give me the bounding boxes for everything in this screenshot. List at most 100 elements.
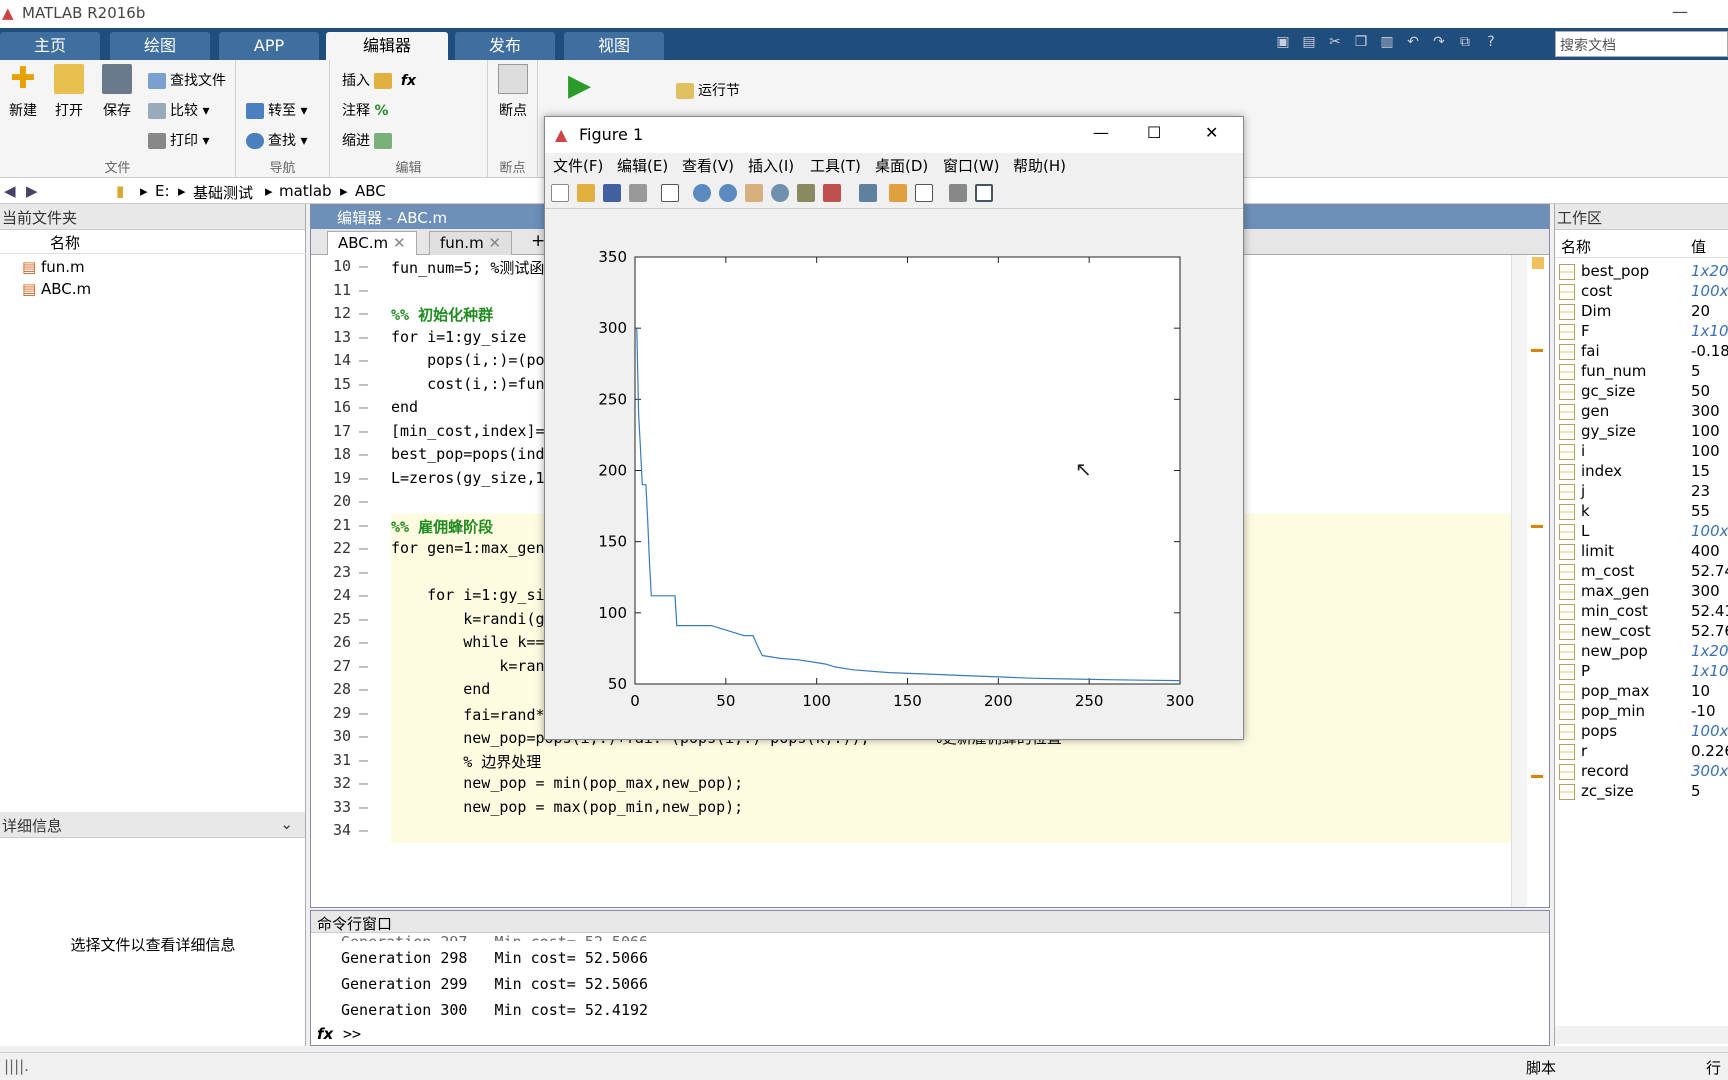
new-figure-icon[interactable] <box>551 184 569 202</box>
menu-window[interactable]: 窗口(W) <box>943 155 1000 176</box>
code-line[interactable]: while k== <box>391 633 544 651</box>
code-line[interactable]: pops(i,:)=(po <box>391 351 544 369</box>
forward-icon[interactable]: ▶ <box>26 182 38 200</box>
line-marker[interactable]: — <box>359 774 368 792</box>
command-prompt[interactable]: >> <box>343 1025 361 1043</box>
workspace-variable[interactable]: P 1x10 <box>1555 662 1728 682</box>
hide-plot-tools-icon[interactable] <box>949 184 967 202</box>
search-input[interactable]: 搜索文档 <box>1555 31 1728 57</box>
close-icon[interactable]: ✕ <box>393 234 406 252</box>
copy-icon[interactable]: ❐ <box>1350 34 1372 54</box>
code-line[interactable]: for i=1:gy_size <box>391 328 526 346</box>
line-marker[interactable]: — <box>359 751 368 769</box>
link-icon[interactable] <box>859 184 877 202</box>
tab-view[interactable]: 视图 <box>564 32 664 60</box>
warning-marker[interactable] <box>1531 525 1543 528</box>
back-icon[interactable]: ◀ <box>4 182 16 200</box>
workspace-variable[interactable]: m_cost 52.74 <box>1555 562 1728 582</box>
layout-icon[interactable]: ▣ <box>1272 34 1294 54</box>
menu-file[interactable]: 文件(F) <box>553 155 603 176</box>
warning-indicator[interactable] <box>1532 257 1544 269</box>
line-marker[interactable]: — <box>359 704 368 722</box>
cut-icon[interactable]: ✂ <box>1324 34 1346 54</box>
line-marker[interactable]: — <box>359 563 368 581</box>
workspace-variable[interactable]: fai -0.18 <box>1555 342 1728 362</box>
workspace-variable[interactable]: r 0.226 <box>1555 742 1728 762</box>
minimize-button[interactable]: — <box>1093 123 1109 142</box>
breakpoint-button[interactable]: 断点 <box>492 64 534 120</box>
line-marker[interactable]: — <box>359 539 368 557</box>
brush-icon[interactable] <box>823 184 841 202</box>
tab-editor[interactable]: 编辑器 <box>326 32 448 60</box>
redo-icon[interactable]: ↷ <box>1428 34 1450 54</box>
tab-abc-m[interactable]: ABC.m ✕ <box>327 231 417 255</box>
workspace-variable[interactable]: gy_size 100 <box>1555 422 1728 442</box>
workspace-variable[interactable]: pops 100x <box>1555 722 1728 742</box>
workspace-variable[interactable]: fun_num 5 <box>1555 362 1728 382</box>
line-marker[interactable]: — <box>359 304 368 322</box>
menu-view[interactable]: 查看(V) <box>682 155 734 176</box>
line-marker[interactable]: — <box>359 680 368 698</box>
fx-icon[interactable]: fx <box>317 1025 333 1043</box>
workspace-variable[interactable]: cost 100x <box>1555 282 1728 302</box>
workspace-variable[interactable]: gc_size 50 <box>1555 382 1728 402</box>
workspace-variable[interactable]: k 55 <box>1555 502 1728 522</box>
paste-icon[interactable]: ▥ <box>1376 34 1398 54</box>
breadcrumb-e[interactable]: E: <box>155 182 170 200</box>
file-item[interactable]: ▤ fun.m <box>22 258 85 276</box>
workspace-variable[interactable]: new_pop 1x20 <box>1555 642 1728 662</box>
compare-button[interactable]: 比较 ▾ <box>148 100 209 120</box>
line-marker[interactable]: — <box>359 586 368 604</box>
menu-desktop[interactable]: 桌面(D) <box>875 155 928 176</box>
line-marker[interactable]: — <box>359 281 368 299</box>
workspace-variable[interactable]: gen 300 <box>1555 402 1728 422</box>
insert-button[interactable]: 插入 fx <box>342 70 416 90</box>
line-marker[interactable]: — <box>359 398 368 416</box>
workspace-variable[interactable]: limit 400 <box>1555 542 1728 562</box>
code-line[interactable]: best_pop=pops(ind <box>391 445 545 463</box>
colorbar-icon[interactable] <box>889 184 907 202</box>
run-icon[interactable]: ▶ <box>568 68 591 103</box>
code-line[interactable]: k=ran <box>391 657 544 675</box>
code-line[interactable]: k=randi(g <box>391 610 544 628</box>
workspace-variable[interactable]: zc_size 5 <box>1555 782 1728 802</box>
switch-window-icon[interactable]: ⧉ <box>1454 34 1476 54</box>
workspace-variable[interactable]: j 23 <box>1555 482 1728 502</box>
value-column-header[interactable]: 值 <box>1691 236 1706 257</box>
code-line[interactable]: [min_cost,index]= <box>391 422 545 440</box>
minimize-button[interactable]: — <box>1672 2 1688 21</box>
zoom-out-icon[interactable] <box>719 184 737 202</box>
line-marker[interactable]: — <box>359 516 368 534</box>
line-marker[interactable]: — <box>359 351 368 369</box>
zoom-in-icon[interactable] <box>693 184 711 202</box>
indent-button[interactable]: 缩进 <box>342 130 396 150</box>
find-button[interactable]: 查找 ▾ <box>246 130 307 150</box>
workspace-variable[interactable]: new_cost 52.76 <box>1555 622 1728 642</box>
save-icon[interactable]: ▤ <box>1298 34 1320 54</box>
workspace-variable[interactable]: pop_max 10 <box>1555 682 1728 702</box>
code-line[interactable]: new_pop = max(pop_min,new_pop); <box>391 798 743 816</box>
editor-scrollbar[interactable] <box>1511 255 1527 907</box>
code-line[interactable]: new_pop = min(pop_max,new_pop); <box>391 774 743 792</box>
code-line[interactable]: % 边界处理 <box>391 751 541 772</box>
legend-icon[interactable] <box>915 184 933 202</box>
open-icon[interactable] <box>577 184 595 202</box>
name-column-header[interactable]: 名称 <box>50 232 80 253</box>
data-cursor-icon[interactable] <box>797 184 815 202</box>
rotate-icon[interactable] <box>771 184 789 202</box>
code-line[interactable]: cost(i,:)=fun <box>391 375 544 393</box>
tab-publish[interactable]: 发布 <box>455 32 555 60</box>
line-marker[interactable]: — <box>359 610 368 628</box>
code-line[interactable]: end <box>391 680 490 698</box>
workspace-variable[interactable]: index 15 <box>1555 462 1728 482</box>
save-button[interactable]: 保存 <box>96 64 138 120</box>
pan-icon[interactable] <box>745 184 763 202</box>
line-marker[interactable]: — <box>359 445 368 463</box>
workspace-variable[interactable]: i 100 <box>1555 442 1728 462</box>
line-marker[interactable]: — <box>359 328 368 346</box>
file-item[interactable]: ▤ ABC.m <box>22 280 91 298</box>
workspace-col-header[interactable]: 名称 值 <box>1555 234 1728 258</box>
name-column-header[interactable]: 名称 <box>1561 236 1591 257</box>
workspace-variable[interactable]: min_cost 52.41 <box>1555 602 1728 622</box>
workspace-variable[interactable]: record 300x <box>1555 762 1728 782</box>
